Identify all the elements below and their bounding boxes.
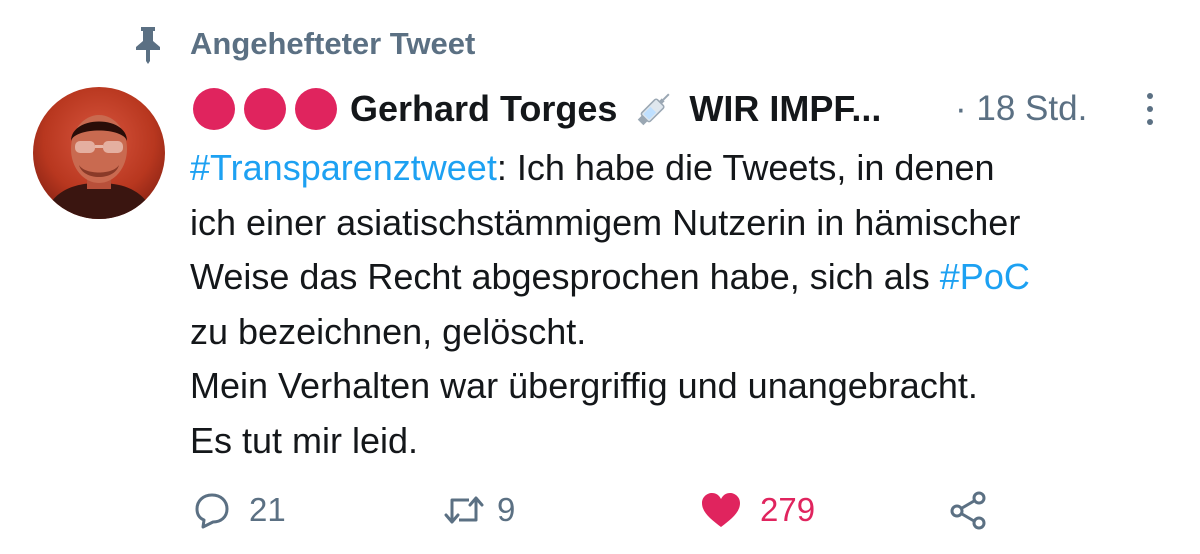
tweet-line: ich einer asiatischstämmigem Nutzerin in…: [190, 201, 1021, 243]
tweet-line: Es tut mir leid.: [190, 419, 419, 461]
tweet-line: #Transparenztweet: Ich habe die Tweets, …: [190, 141, 1180, 196]
more-vertical-icon[interactable]: [1140, 91, 1160, 127]
hashtag-link[interactable]: #PoC: [940, 256, 1030, 297]
share-icon: [950, 491, 986, 530]
tweet-text-segment: : Ich habe die Tweets, in denen: [496, 147, 995, 188]
retweet-button[interactable]: 9: [443, 482, 515, 538]
retweet-icon: [444, 496, 484, 524]
red-dot: [193, 88, 235, 130]
tweet-text: #Transparenztweet: Ich habe die Tweets, …: [190, 141, 1180, 468]
avatar-photo: [33, 87, 165, 219]
syringe-icon: [638, 93, 670, 126]
red-dots-decoration: [193, 88, 350, 130]
reply-count: 21: [249, 491, 286, 528]
reply-button[interactable]: 21: [193, 482, 286, 538]
timestamp-text: · 18 Std.: [955, 89, 1088, 128]
share-button[interactable]: [948, 482, 990, 538]
author-display-name[interactable]: Gerhard Torges: [350, 88, 617, 130]
red-dot: [244, 88, 286, 130]
tweet-line: zu bezeichnen, gelöscht.: [190, 310, 587, 352]
pin-icon: [136, 27, 160, 64]
pinned-indicator: Angehefteter Tweet: [130, 22, 475, 66]
pinned-label: Angehefteter Tweet: [190, 26, 476, 61]
tweet-timestamp[interactable]: · 18 Std.: [955, 84, 1087, 134]
hashtag-link[interactable]: #Transparenztweet: [190, 147, 497, 188]
avatar[interactable]: [33, 87, 165, 219]
tweet-action-bar: 21 9 279: [0, 482, 1200, 538]
tweet-line: Weise das Recht abgesprochen habe, sich …: [190, 250, 1180, 305]
like-count: 279: [760, 491, 816, 528]
tweet-text-segment: Weise das Recht abgesprochen habe, sich …: [190, 256, 940, 297]
red-dot: [295, 88, 337, 130]
like-button[interactable]: 279: [700, 482, 815, 538]
retweet-count: 9: [497, 491, 516, 528]
reply-icon: [195, 493, 229, 529]
tweet-line: Mein Verhalten war übergriffig und unang…: [190, 365, 978, 406]
heart-icon: [702, 493, 740, 527]
author-name-suffix[interactable]: WIR IMPF...: [689, 88, 881, 130]
